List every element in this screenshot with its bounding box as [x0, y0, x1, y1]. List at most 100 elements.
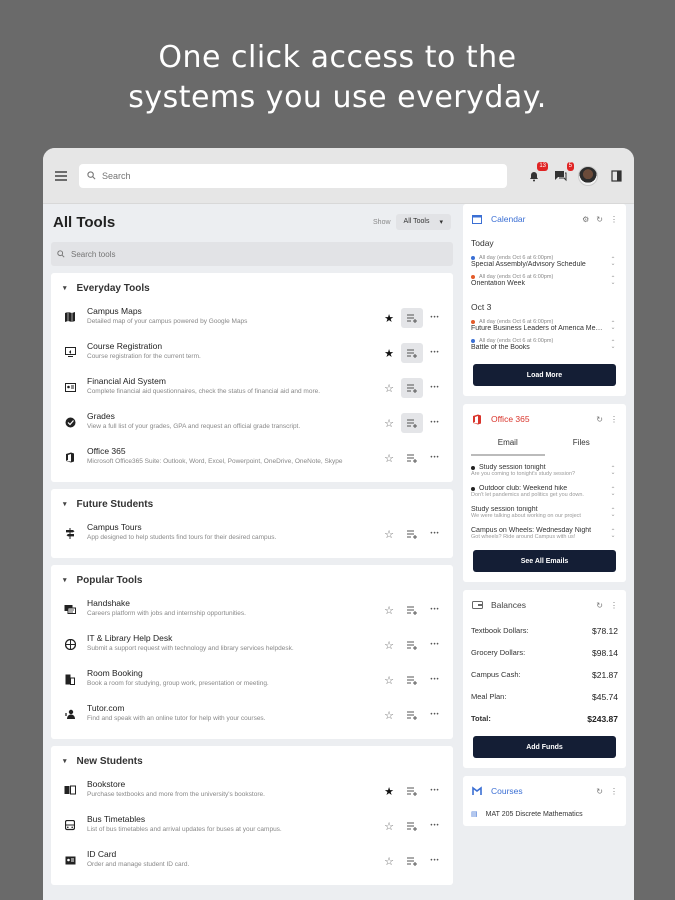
more-vertical-icon[interactable]: ⋮: [610, 415, 618, 424]
refresh-icon[interactable]: ↻: [596, 215, 603, 224]
star-outline-icon[interactable]: ☆: [381, 380, 397, 396]
expand-icon[interactable]: ⌃ ⌄: [608, 487, 618, 497]
expand-icon[interactable]: ⌃ ⌄: [608, 508, 618, 518]
star-filled-icon[interactable]: ★: [381, 783, 397, 799]
email-item[interactable]: Campus on Wheels: Wednesday Night Got whe…: [471, 523, 618, 544]
tool-row[interactable]: ID Card Order and manage student ID card.…: [51, 846, 453, 881]
tool-row[interactable]: Grades View a full list of your grades, G…: [51, 408, 453, 443]
add-to-list-icon[interactable]: [401, 308, 423, 328]
star-outline-icon[interactable]: ☆: [381, 853, 397, 869]
more-vertical-icon[interactable]: ⋮: [610, 215, 618, 224]
tool-row[interactable]: Course Registration Course registration f…: [51, 338, 453, 373]
show-filter-select[interactable]: All Tools ▾: [395, 214, 451, 230]
email-item[interactable]: Study session tonight We were talking abo…: [471, 502, 618, 523]
more-vertical-icon[interactable]: ⋮: [610, 601, 618, 610]
calendar-event[interactable]: All day (ends Oct 6 at 6:00pm) Battle of …: [471, 335, 618, 354]
email-preview: Don't let pandemics and politics get you…: [471, 492, 584, 498]
chevron-down-icon: ▾: [63, 577, 67, 584]
add-to-list-icon[interactable]: [401, 851, 423, 871]
section-header[interactable]: ▾ New Students: [51, 746, 453, 776]
more-horizontal-icon[interactable]: •••: [427, 853, 443, 869]
expand-icon[interactable]: ⌃ ⌄: [608, 257, 618, 267]
star-outline-icon[interactable]: ☆: [381, 707, 397, 723]
star-outline-icon[interactable]: ☆: [381, 450, 397, 466]
calendar-event[interactable]: All day (ends Oct 6 at 6:00pm) Special As…: [471, 252, 618, 271]
tools-search[interactable]: [51, 242, 453, 266]
tool-row[interactable]: Room Booking Book a room for studying, gr…: [51, 665, 453, 700]
more-horizontal-icon[interactable]: •••: [427, 415, 443, 431]
email-item[interactable]: Study session tonight Are you coming to t…: [471, 460, 618, 481]
add-to-list-icon[interactable]: [401, 635, 423, 655]
messages-button[interactable]: 5: [552, 161, 574, 184]
star-outline-icon[interactable]: ☆: [381, 672, 397, 688]
more-horizontal-icon[interactable]: •••: [427, 637, 443, 653]
star-outline-icon[interactable]: ☆: [381, 415, 397, 431]
refresh-icon[interactable]: ↻: [596, 601, 603, 610]
more-horizontal-icon[interactable]: •••: [427, 450, 443, 466]
star-outline-icon[interactable]: ☆: [381, 602, 397, 618]
more-horizontal-icon[interactable]: •••: [427, 380, 443, 396]
add-to-list-icon[interactable]: [401, 816, 423, 836]
global-search[interactable]: [79, 163, 507, 188]
tool-row[interactable]: Campus Maps Detailed map of your campus p…: [51, 303, 453, 338]
tool-row[interactable]: IT & Library Help Desk Submit a support r…: [51, 630, 453, 665]
expand-icon[interactable]: ⌃ ⌄: [608, 276, 618, 286]
expand-icon[interactable]: ⌃ ⌄: [608, 466, 618, 476]
see-all-emails-button[interactable]: See All Emails: [473, 550, 616, 572]
notifications-button[interactable]: 13: [526, 161, 548, 184]
email-item[interactable]: Outdoor club: Weekend hike Don't let pand…: [471, 481, 618, 502]
star-outline-icon[interactable]: ☆: [381, 526, 397, 542]
tab-files[interactable]: Files: [545, 438, 619, 456]
more-horizontal-icon[interactable]: •••: [427, 310, 443, 326]
section-header[interactable]: ▾ Future Students: [51, 489, 453, 519]
tool-row[interactable]: Bus Timetables List of bus timetables and…: [51, 811, 453, 846]
panel-toggle-icon[interactable]: [608, 168, 624, 184]
section-header[interactable]: ▾ Everyday Tools: [51, 273, 453, 303]
tool-row[interactable]: Campus Tours App designed to help student…: [51, 519, 453, 554]
tool-description: Order and manage student ID card.: [87, 861, 190, 868]
menu-icon[interactable]: [53, 168, 69, 184]
add-to-list-icon[interactable]: [401, 705, 423, 725]
search-input[interactable]: [102, 170, 462, 181]
tools-search-input[interactable]: [71, 249, 371, 259]
more-horizontal-icon[interactable]: •••: [427, 672, 443, 688]
more-horizontal-icon[interactable]: •••: [427, 602, 443, 618]
more-horizontal-icon[interactable]: •••: [427, 818, 443, 834]
expand-icon[interactable]: ⌃ ⌄: [608, 340, 618, 350]
star-outline-icon[interactable]: ☆: [381, 818, 397, 834]
star-filled-icon[interactable]: ★: [381, 310, 397, 326]
avatar[interactable]: [578, 165, 598, 186]
star-filled-icon[interactable]: ★: [381, 345, 397, 361]
settings-icon[interactable]: ⚙: [582, 215, 589, 224]
tool-row[interactable]: Office 365 Microsoft Office365 Suite: Out…: [51, 443, 453, 478]
more-horizontal-icon[interactable]: •••: [427, 783, 443, 799]
expand-icon[interactable]: ⌃ ⌄: [608, 321, 618, 331]
expand-icon[interactable]: ⌃ ⌄: [608, 529, 618, 539]
more-horizontal-icon[interactable]: •••: [427, 345, 443, 361]
add-to-list-icon[interactable]: [401, 378, 423, 398]
star-outline-icon[interactable]: ☆: [381, 637, 397, 653]
load-more-button[interactable]: Load More: [473, 364, 616, 386]
refresh-icon[interactable]: ↻: [596, 787, 603, 796]
add-to-list-icon[interactable]: [401, 413, 423, 433]
calendar-event[interactable]: All day (ends Oct 6 at 6:00pm) Future Bus…: [471, 316, 618, 335]
refresh-icon[interactable]: ↻: [596, 415, 603, 424]
add-to-list-icon[interactable]: [401, 343, 423, 363]
add-to-list-icon[interactable]: [401, 524, 423, 544]
add-to-list-icon[interactable]: [401, 600, 423, 620]
add-funds-button[interactable]: Add Funds: [473, 736, 616, 758]
tool-row[interactable]: Handshake Careers platform with jobs and …: [51, 595, 453, 630]
tool-row[interactable]: Tutor.com Find and speak with an online t…: [51, 700, 453, 735]
add-to-list-icon[interactable]: [401, 448, 423, 468]
add-to-list-icon[interactable]: [401, 781, 423, 801]
more-horizontal-icon[interactable]: •••: [427, 526, 443, 542]
tab-email[interactable]: Email: [471, 438, 545, 456]
more-vertical-icon[interactable]: ⋮: [610, 787, 618, 796]
tool-row[interactable]: Financial Aid System Complete financial a…: [51, 373, 453, 408]
more-horizontal-icon[interactable]: •••: [427, 707, 443, 723]
section-header[interactable]: ▾ Popular Tools: [51, 565, 453, 595]
course-item[interactable]: ▤ MAT 205 Discrete Mathematics: [471, 810, 618, 819]
calendar-event[interactable]: All day (ends Oct 6 at 6:00pm) Orientatio…: [471, 271, 618, 290]
add-to-list-icon[interactable]: [401, 670, 423, 690]
tool-row[interactable]: Bookstore Purchase textbooks and more fro…: [51, 776, 453, 811]
